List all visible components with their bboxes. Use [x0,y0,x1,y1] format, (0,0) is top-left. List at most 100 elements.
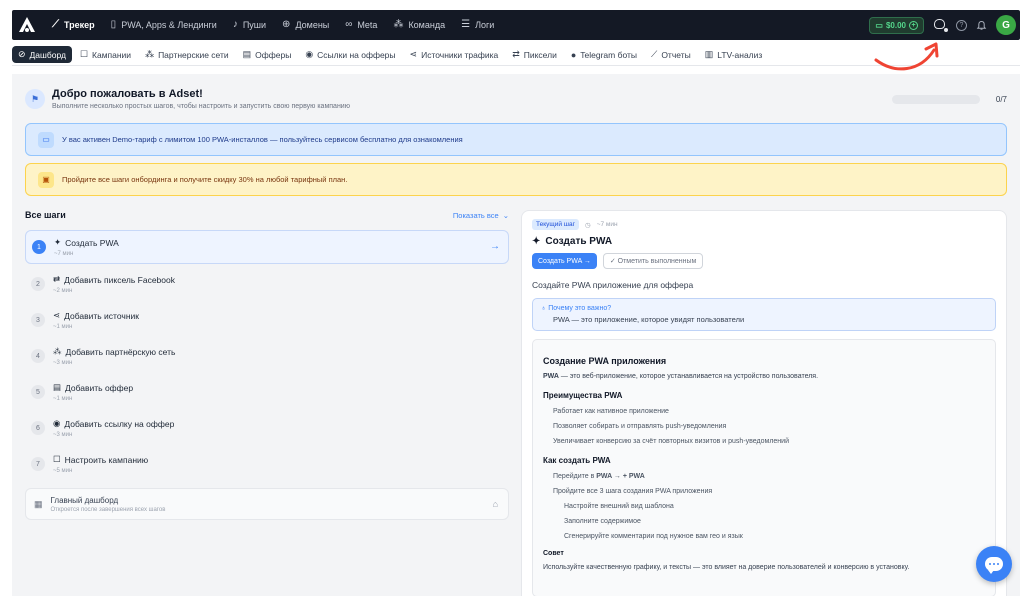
show-all-label: Показать все [452,210,499,220]
step-title-text: Добавить источник [64,310,139,321]
benefit-item: Увеличивает конверсию за счёт повторных … [553,438,789,445]
locked-dashboard-title: Главный дашборд [50,495,119,505]
step-number: 4 [31,349,45,363]
subnav-item-3[interactable]: ▤ Офферы [237,46,298,63]
welcome-title: Добро пожаловать в Adset! [52,88,203,100]
benefit-item: Позволяет собирать и отправлять push-уве… [553,423,727,430]
notifications-bell-icon[interactable] [976,20,987,31]
demo-plan-banner: ▭ У вас активен Demo-тариф с лимитом 100… [25,123,1007,156]
topnav-item-2[interactable]: ♪ Пуши [225,10,274,40]
topnav-label: Трекер [64,20,95,30]
howto-step-1: Перейдите в PWA → + PWA [543,473,985,480]
step-item[interactable]: 1 ✦ Создать PWA ~7 мин → [25,230,509,264]
android-icon: ✦ [54,237,62,247]
team-icon: ⁂ [393,19,404,30]
help-icon[interactable]: ? [956,19,967,31]
sub-nav: ⊘ Дашборд ☐ Кампании ⁂ Партнерские сети ▤ Оффер… [12,44,1020,66]
subnav-label: Ссылки на офферы [317,49,396,60]
step-time: ~1 мин [53,396,73,402]
step-item[interactable]: 3 ⋖ Добавить источник ~1 мин [25,302,509,338]
topnav-item-0[interactable]: ⟋ Трекер [44,10,103,40]
discount-text: Пройдите все шаги онбординга и получите … [62,175,348,184]
why-question: Почему это важно? [548,305,612,312]
chart-line-icon: ⟋ [52,19,59,30]
subnav-item-5[interactable]: ⋖ Источники трафика [404,46,505,63]
chat-bubble-icon [985,557,1003,574]
locked-dashboard-subtitle: Откроется после завершения всех шагов [50,506,166,513]
step-title: ✦ Создать PWA [54,237,119,248]
step-body: ☐ Настроить кампанию ~5 мин [53,454,148,474]
mark-done-label: Отметить выполненным [617,258,697,265]
step-item[interactable]: 5 ▤ Добавить оффер ~1 мин [25,374,509,410]
doc-intro-bold: PWA [543,373,559,380]
mark-done-button[interactable]: ✓ Отметить выполненным [602,253,704,269]
substeps-list: Настройте внешний вид шаблона Заполните с… [543,503,985,540]
step-title: ▤ Добавить оффер [53,382,133,393]
step-body: ⁂ Добавить партнёрскую сеть ~3 мин [53,346,175,366]
step-item[interactable]: 4 ⁂ Добавить партнёрскую сеть ~3 мин [25,338,509,374]
top-nav: ⟋ Трекер ▯ PWA, Apps & Лендинги ♪ Пуши ⊕ Домены… [44,10,502,40]
step-item[interactable]: 6 ◉ Добавить ссылку на оффер ~3 мин [25,410,509,446]
subnav-label: Кампании [92,49,132,60]
list-icon: ☰ [461,19,471,30]
step-title-text: Настроить кампанию [64,454,149,465]
edit-icon: ☐ [79,49,89,59]
arrow-right-icon: → [490,241,500,252]
current-step-badge: Текущий шаг [532,219,580,230]
topnav-label: Пуши [242,20,267,30]
grid-icon: ▦ [34,498,43,509]
subnav-label: Пиксели [523,49,557,60]
create-pwa-label: Создать PWA [538,257,582,265]
add-funds-icon[interactable]: + [909,20,918,30]
subnav-item-0[interactable]: ⊘ Дашборд [12,46,72,63]
telegram-icon: ● [570,49,577,60]
benefits-heading: Преимущества PWA [543,391,623,400]
substep-item: Заполните содержимое [564,518,641,525]
balance-badge[interactable]: ▭ $0.00 + [869,16,924,34]
step-item[interactable]: 2 ⇄ Добавить пиксель Facebook ~2 мин [25,266,509,302]
doc-intro-rest: — это веб-приложение, которое устанавлив… [558,373,819,380]
step-title-text: Добавить оффер [65,382,134,393]
howto-step-1-text: Перейдите в [553,473,597,480]
step-number: 1 [32,240,46,254]
chevron-down-icon: ⌄ [502,210,509,220]
show-all-link[interactable]: Показать все ⌄ [453,211,509,220]
demo-plan-text: У вас активен Demo-тариф с лимитом 100 P… [62,135,463,144]
topnav-item-3[interactable]: ⊕ Домены [274,10,337,40]
doc-heading: Создание PWA приложения [543,356,667,366]
topnav-item-5[interactable]: ⁂ Команда [385,10,453,40]
android-icon: ✦ [532,236,541,247]
subnav-item-9[interactable]: ▥ LTV-анализ [699,46,769,63]
subnav-item-2[interactable]: ⁂ Партнерские сети [139,46,235,63]
topnav-item-1[interactable]: ▯ PWA, Apps & Лендинги [103,10,225,40]
steps-list: 1 ✦ Создать PWA ~7 мин → 2 ⇄ Добавить пиксель F… [25,230,509,482]
subnav-item-8[interactable]: ⟋ Отчеты [645,46,697,63]
topnav-label: Логи [475,20,495,30]
edit-icon: ☐ [53,454,61,464]
step-item[interactable]: 7 ☐ Настроить кампанию ~5 мин [25,446,509,482]
subnav-item-6[interactable]: ⇄ Пиксели [506,46,563,63]
subnav-label: Telegram боты [580,49,637,60]
step-body: ✦ Создать PWA ~7 мин [54,237,119,257]
instructions-doc: Создание PWA приложения PWA — это веб-пр… [532,339,996,596]
swap-icon: ⇄ [53,274,61,284]
bell-icon: ♪ [232,19,238,30]
adset-logo-icon[interactable] [16,14,38,36]
team-icon: ⁂ [53,346,62,356]
topnav-item-4[interactable]: ∞ Meta [337,10,385,40]
subnav-item-7[interactable]: ● Telegram боты [565,47,643,63]
step-time: ~2 мин [53,288,73,294]
howto-step-1-path: PWA → + PWA [596,473,645,480]
balance-amount: $0.00 [885,20,906,30]
bar-chart-icon: ▥ [704,49,714,59]
support-agent-icon[interactable] [933,18,949,33]
topnav-item-6[interactable]: ☰ Логи [453,10,502,40]
subnav-item-1[interactable]: ☐ Кампании [74,46,137,63]
link-pin-icon: ◉ [305,49,314,59]
create-pwa-button[interactable]: Создать PWA → [532,253,597,269]
current-step-description: Создайте PWA приложение для оффера [532,280,694,290]
user-avatar[interactable]: G [996,15,1016,35]
chat-support-button[interactable] [976,546,1012,582]
subnav-item-4[interactable]: ◉ Ссылки на офферы [299,46,401,63]
step-time: ~3 мин [53,360,73,366]
